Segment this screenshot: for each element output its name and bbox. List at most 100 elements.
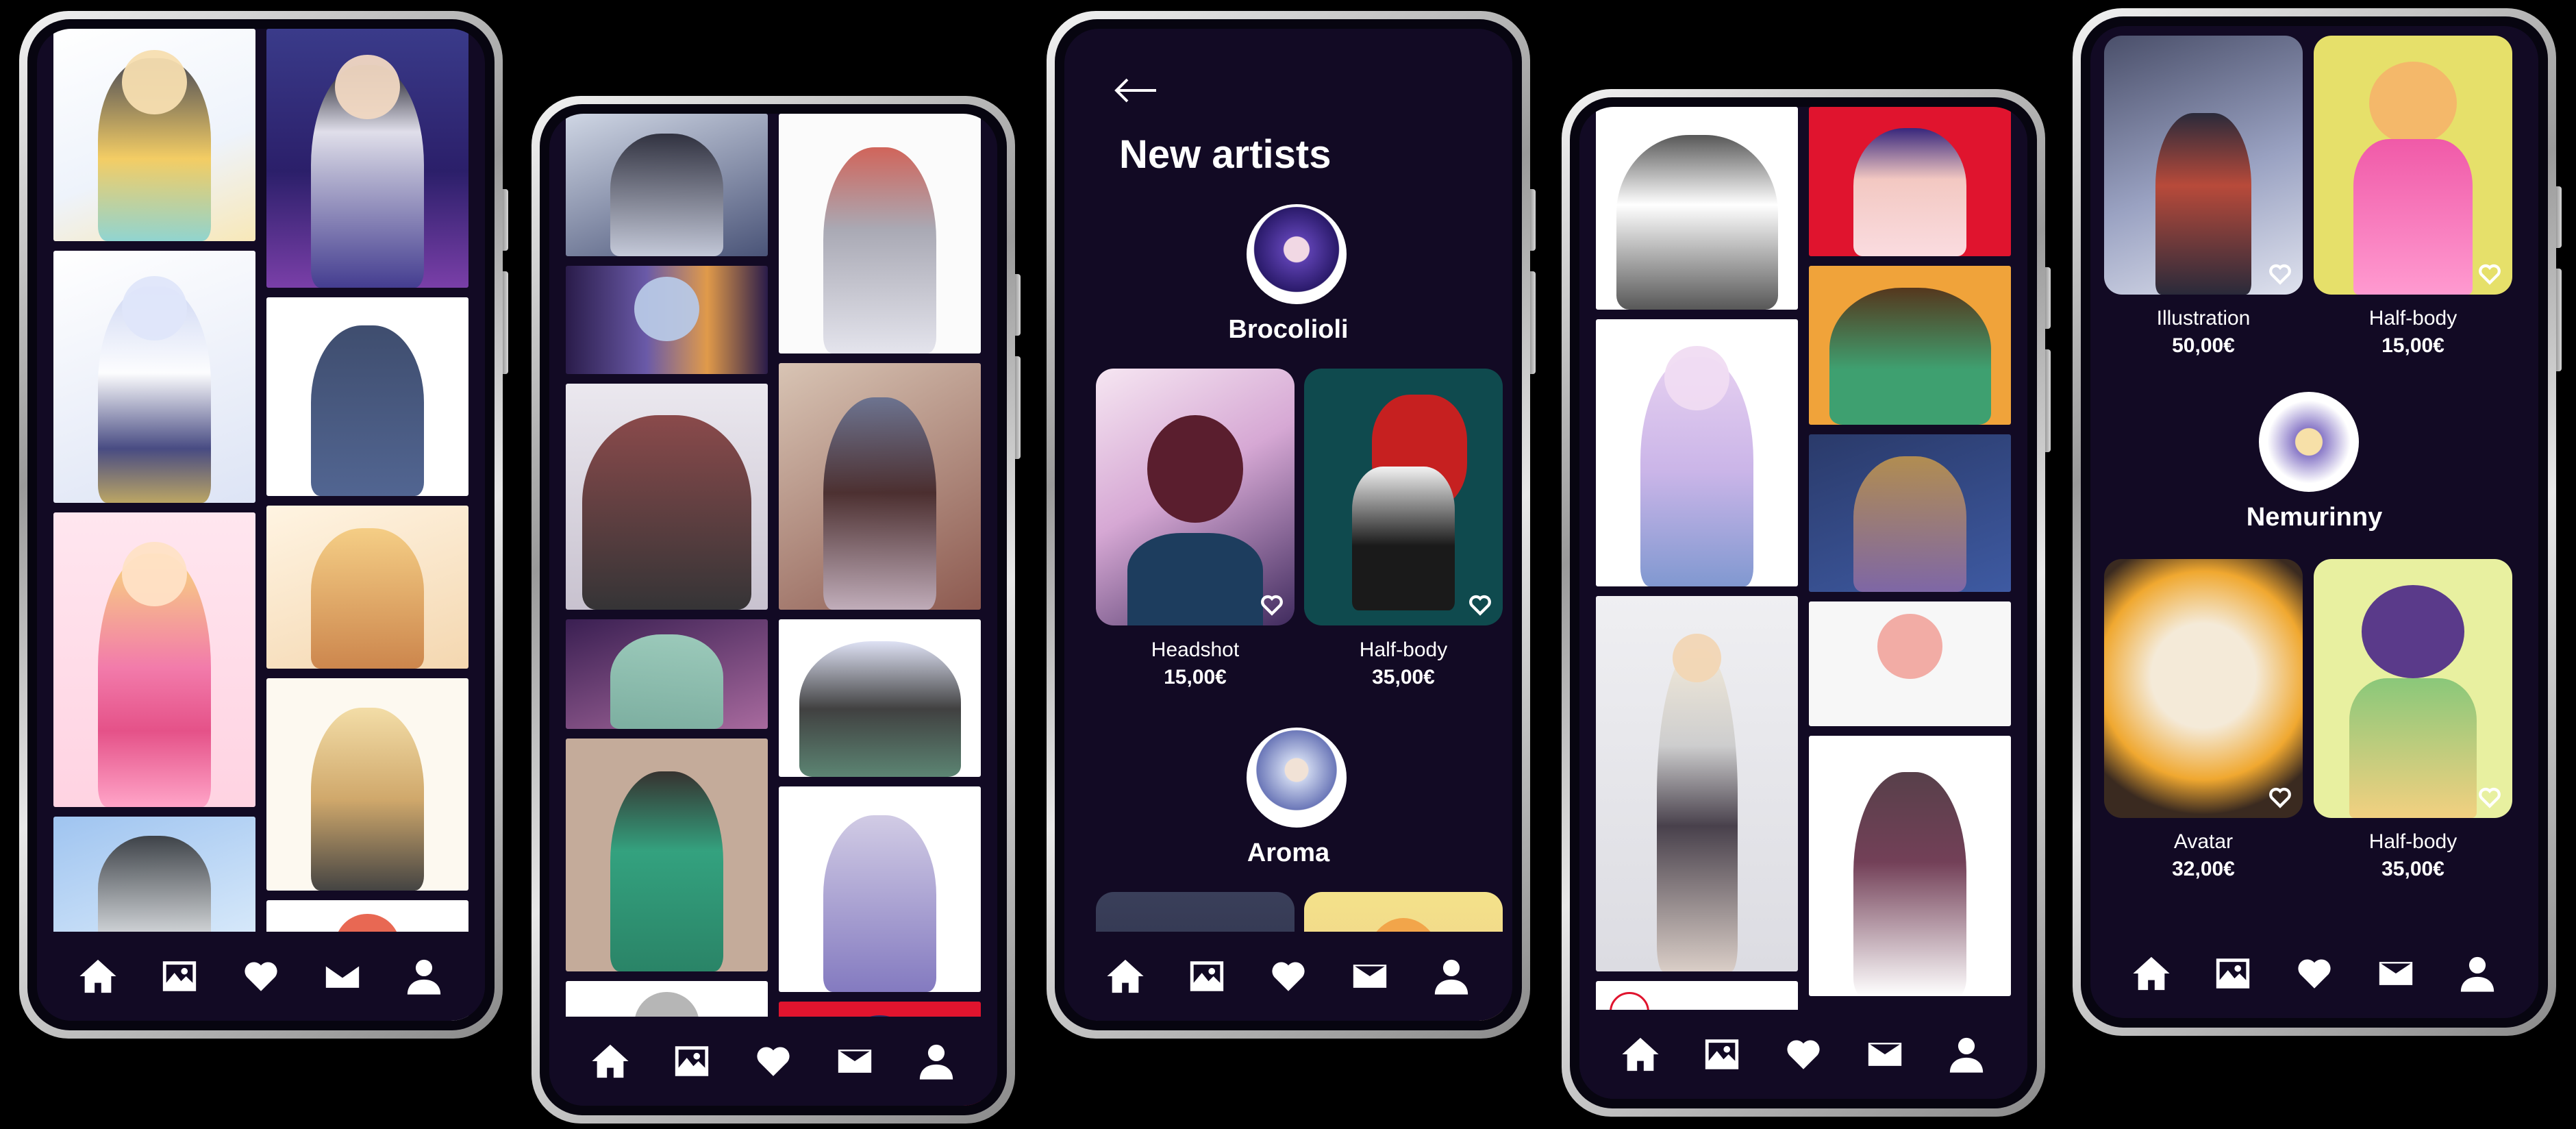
bottom-nav <box>37 932 485 1021</box>
avatar[interactable] <box>1247 204 1347 304</box>
artwork-tile[interactable] <box>566 266 768 374</box>
artwork-tile[interactable] <box>566 739 768 971</box>
mail-icon[interactable] <box>2374 952 2418 995</box>
heart-icon[interactable] <box>1781 1032 1825 1076</box>
mail-icon[interactable] <box>1863 1032 1907 1076</box>
commission-label: Half-body <box>1359 638 1448 661</box>
commission-label: Half-body <box>2368 307 2458 330</box>
commission-price: 32,00€ <box>2172 858 2235 880</box>
heart-icon[interactable] <box>2268 263 2292 285</box>
new-artists-screen: New artists Brocolioli Headshot 15,00€ H… <box>1064 29 1512 1021</box>
heart-icon[interactable] <box>751 1039 795 1083</box>
profile-icon[interactable] <box>2455 952 2499 995</box>
profile-icon[interactable] <box>1429 954 1473 998</box>
gallery-screen-1[interactable] <box>37 29 485 1021</box>
home-icon[interactable] <box>588 1039 632 1083</box>
commission-card[interactable] <box>2104 559 2303 818</box>
avatar[interactable] <box>2259 392 2359 492</box>
artwork-tile[interactable] <box>1596 107 1798 310</box>
artwork-tile[interactable] <box>779 786 981 992</box>
artwork-tile[interactable] <box>266 297 468 496</box>
artwork-tile[interactable] <box>53 512 255 807</box>
home-icon[interactable] <box>76 954 120 998</box>
phone-bezel <box>540 104 1007 1115</box>
artwork-tile[interactable] <box>266 29 468 288</box>
artwork-tile[interactable] <box>266 678 468 891</box>
commission-card[interactable] <box>2314 559 2512 818</box>
commission-price: 15,00€ <box>2381 334 2444 357</box>
phone-bezel: Illustration 50,00€ Half-body 15,00€ Nem… <box>2081 16 2548 1028</box>
phone-2 <box>532 96 1021 1124</box>
artwork-tile[interactable] <box>53 251 255 503</box>
artwork-tile[interactable] <box>566 619 768 729</box>
heart-icon[interactable] <box>2478 786 2501 808</box>
commission-card[interactable] <box>1304 369 1503 625</box>
profile-icon[interactable] <box>1944 1032 1988 1076</box>
artwork-tile[interactable] <box>1809 601 2011 726</box>
bottom-nav <box>1064 932 1512 1021</box>
mail-icon[interactable] <box>1348 954 1392 998</box>
arrow-left-icon <box>1114 78 1156 103</box>
phone-3: New artists Brocolioli Headshot 15,00€ H… <box>1047 11 1536 1039</box>
artwork-tile[interactable] <box>1596 596 1798 971</box>
artwork-tile[interactable] <box>566 384 768 610</box>
phone-1 <box>19 11 508 1039</box>
phone-5: Illustration 50,00€ Half-body 15,00€ Nem… <box>2073 8 2562 1036</box>
artwork-tile[interactable] <box>53 29 255 241</box>
artwork-tile[interactable] <box>1809 736 2011 996</box>
artwork-tile[interactable] <box>266 506 468 669</box>
commission-price: 35,00€ <box>1372 666 1435 688</box>
heart-icon[interactable] <box>1266 954 1310 998</box>
artwork-tile[interactable] <box>1809 107 2011 256</box>
artist-name[interactable]: Brocolioli <box>1064 315 1512 345</box>
artist-name[interactable]: Aroma <box>1064 839 1512 868</box>
commission-label: Illustration <box>2156 307 2251 330</box>
phone-bezel <box>27 19 495 1030</box>
heart-icon[interactable] <box>2478 263 2501 285</box>
mail-icon[interactable] <box>321 954 364 998</box>
gallery-icon[interactable] <box>1700 1032 1744 1076</box>
home-icon[interactable] <box>1618 1032 1662 1076</box>
mail-icon[interactable] <box>833 1039 877 1083</box>
home-icon[interactable] <box>2129 952 2173 995</box>
gallery-screen-2[interactable] <box>549 114 997 1106</box>
commission-label: Headshot <box>1151 638 1240 661</box>
artwork-tile[interactable] <box>1809 434 2011 592</box>
artwork-grid <box>53 29 468 1021</box>
home-icon[interactable] <box>1103 954 1147 998</box>
artist-commissions-screen: Illustration 50,00€ Half-body 15,00€ Nem… <box>2090 26 2538 1018</box>
gallery-icon[interactable] <box>670 1039 714 1083</box>
page-title: New artists <box>1119 132 1331 177</box>
artwork-grid <box>1596 107 2011 1050</box>
gallery-icon[interactable] <box>1185 954 1229 998</box>
artwork-tile[interactable] <box>1596 319 1798 586</box>
heart-icon[interactable] <box>239 954 283 998</box>
commission-price: 15,00€ <box>1164 666 1227 688</box>
back-button[interactable] <box>1112 77 1158 108</box>
heart-icon[interactable] <box>2268 786 2292 808</box>
artwork-tile[interactable] <box>779 114 981 353</box>
artwork-tile[interactable] <box>1809 266 2011 425</box>
commission-card[interactable] <box>2104 36 2303 295</box>
profile-icon[interactable] <box>402 954 446 998</box>
commission-card[interactable] <box>1096 369 1295 625</box>
bottom-nav <box>1579 1010 2027 1099</box>
artwork-grid <box>566 114 981 1106</box>
gallery-screen-4[interactable] <box>1579 107 2027 1099</box>
commission-card[interactable] <box>2314 36 2512 295</box>
gallery-icon[interactable] <box>158 954 201 998</box>
artwork-tile[interactable] <box>566 114 768 256</box>
bottom-nav <box>2090 929 2538 1018</box>
commission-label: Avatar <box>2173 830 2234 853</box>
gallery-icon[interactable] <box>2211 952 2255 995</box>
artwork-tile[interactable] <box>779 363 981 610</box>
heart-icon[interactable] <box>1468 594 1492 616</box>
artist-name[interactable]: Nemurinny <box>2090 503 2538 532</box>
avatar[interactable] <box>1247 728 1347 828</box>
profile-icon[interactable] <box>914 1039 958 1083</box>
artwork-tile[interactable] <box>779 619 981 777</box>
phone-bezel: New artists Brocolioli Headshot 15,00€ H… <box>1055 19 1522 1030</box>
commission-price: 35,00€ <box>2381 858 2444 880</box>
heart-icon[interactable] <box>2292 952 2336 995</box>
heart-icon[interactable] <box>1260 594 1284 616</box>
